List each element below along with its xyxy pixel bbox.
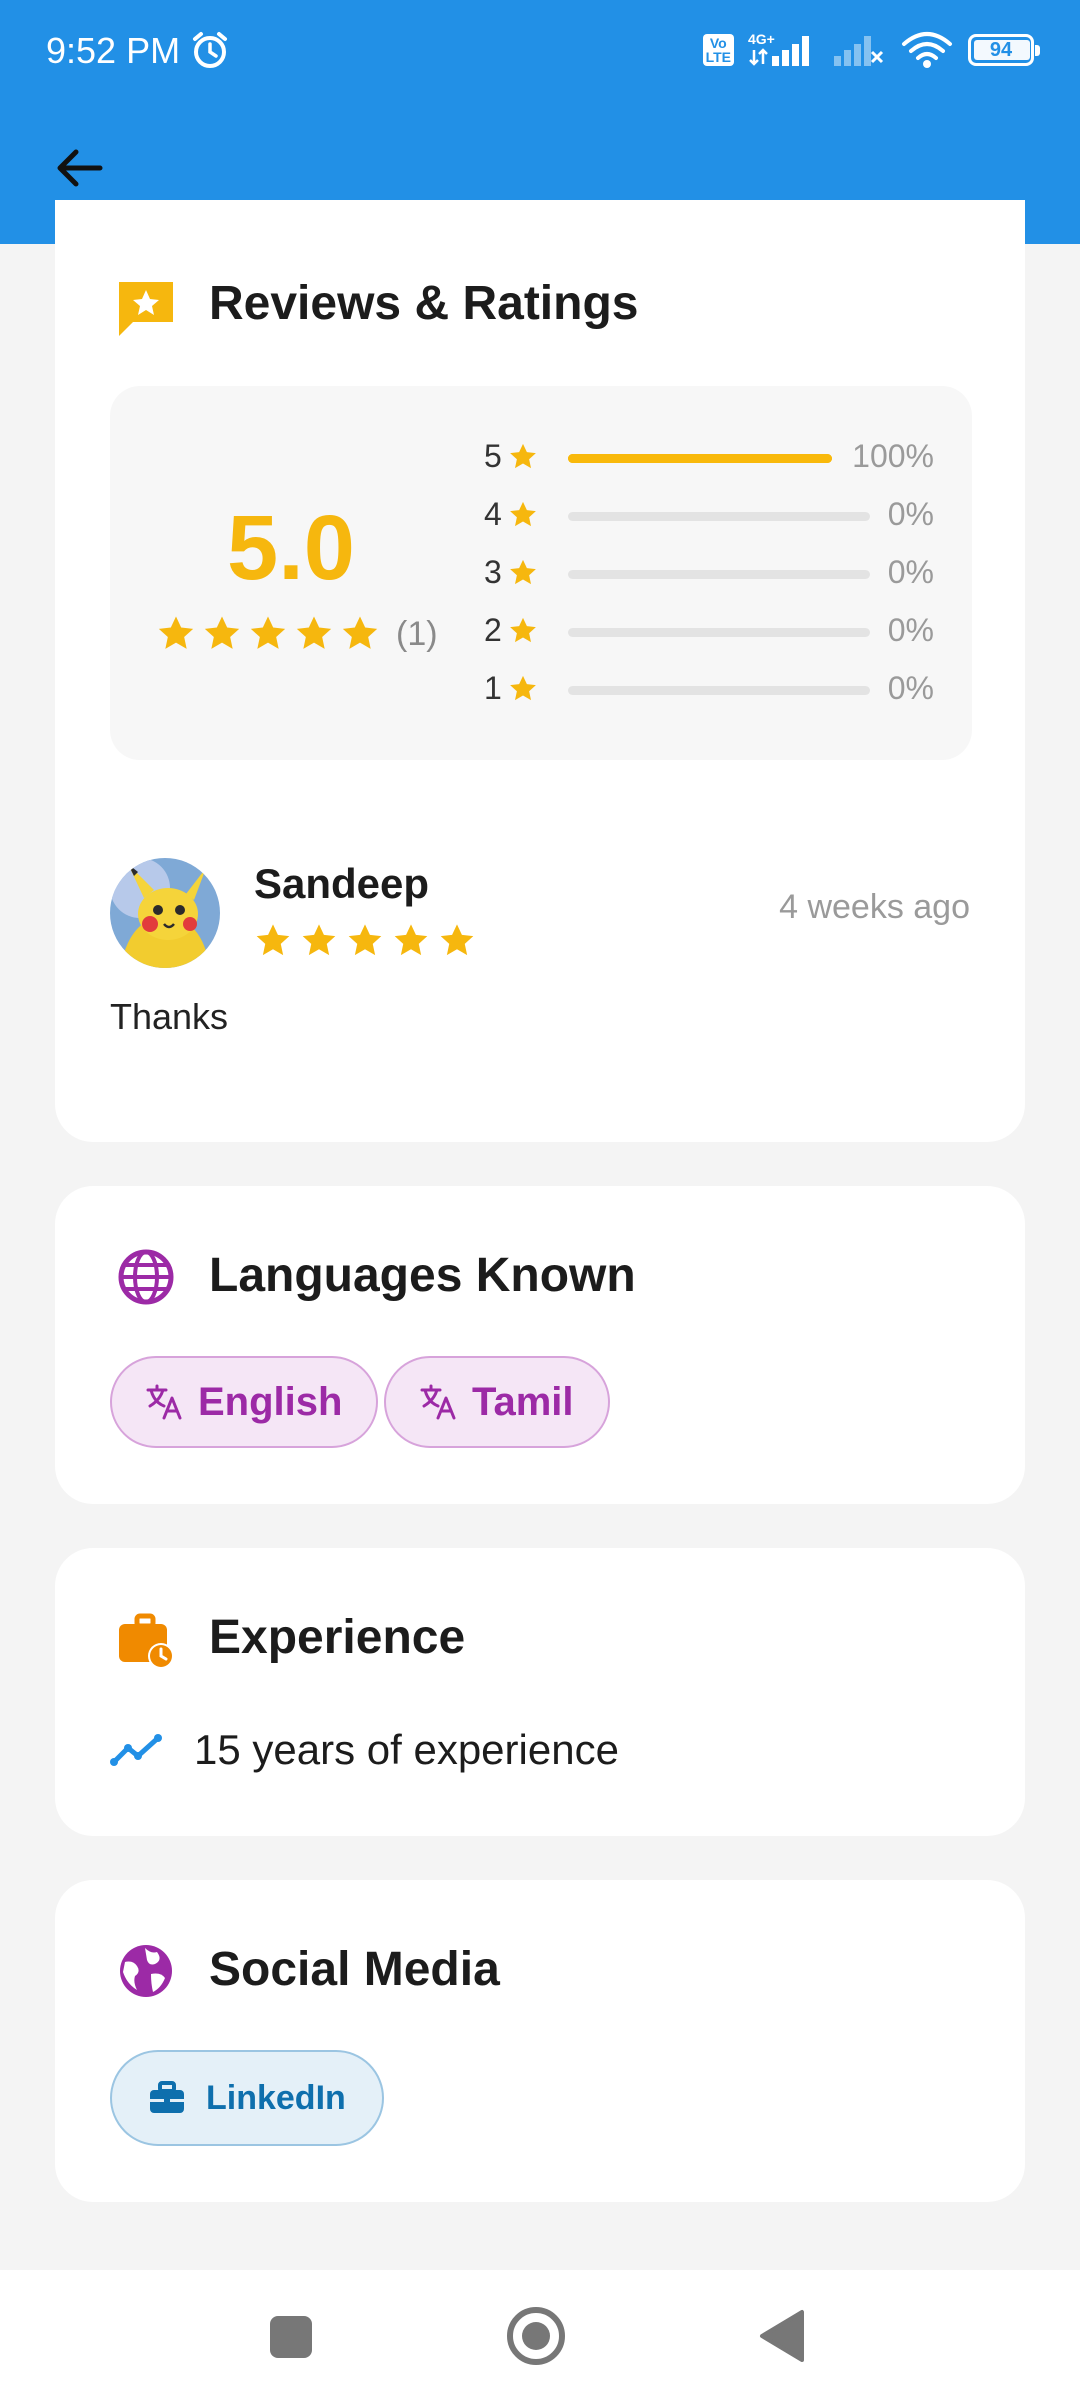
experience-title: Experience	[209, 1611, 466, 1664]
reviews-title: Reviews & Ratings	[209, 277, 639, 330]
average-stars: (1)	[156, 614, 438, 654]
rating-bar-row: 3 0%	[484, 554, 934, 594]
signal-4g-icon: 4G+	[748, 31, 809, 66]
linkedin-button[interactable]: LinkedIn	[110, 2050, 384, 2146]
battery-icon: 94	[968, 34, 1040, 66]
linkedin-label: LinkedIn	[206, 2078, 346, 2117]
trending-up-icon	[110, 1734, 162, 1766]
rating-bar-row: 1 0%	[484, 670, 934, 710]
rating-bar-row: 4 0%	[484, 496, 934, 536]
public-globe-icon	[120, 1945, 172, 1997]
star-icon	[302, 924, 336, 956]
experience-row: 15 years of experience	[110, 1726, 619, 1774]
social-card: Social Media LinkedIn	[55, 1880, 1025, 2202]
experience-text: 15 years of experience	[194, 1726, 619, 1773]
languages-title: Languages Known	[209, 1249, 636, 1302]
volte-icon: Vo LTE	[702, 34, 734, 66]
translate-icon	[146, 1384, 182, 1420]
star-icon	[158, 616, 194, 649]
rating-bar-fill	[568, 454, 832, 463]
back-button[interactable]	[52, 140, 108, 196]
star-icon	[348, 924, 382, 956]
rating-bar-percent: 0%	[887, 670, 934, 706]
rating-bar-stars: 1	[484, 670, 502, 706]
star-icon	[204, 616, 240, 649]
rating-bar-track	[568, 512, 870, 521]
alarm-icon	[193, 32, 227, 68]
status-bar: 9:52 PM Vo LTE 4G+ 94	[0, 0, 1080, 104]
rating-bar-percent: 0%	[887, 554, 934, 590]
briefcase-clock-icon	[119, 1613, 174, 1669]
rating-bar-percent: 100%	[852, 438, 934, 474]
briefcase-icon	[150, 2081, 184, 2113]
star-icon	[256, 924, 290, 956]
wifi-icon	[902, 32, 952, 68]
status-icons: Vo LTE 4G+ 94	[702, 30, 1040, 70]
status-time: 9:52 PM	[46, 30, 181, 71]
recent-apps-button[interactable]	[258, 2304, 322, 2368]
language-chip-english[interactable]: English	[110, 1356, 379, 1448]
reviewer-stars	[254, 922, 476, 960]
rating-bar-row: 2 0%	[484, 612, 934, 652]
rating-bar-stars: 3	[484, 554, 502, 590]
avatar[interactable]	[110, 858, 220, 968]
review-text: Thanks	[110, 996, 229, 1037]
star-icon	[510, 559, 536, 585]
review-time: 4 weeks ago	[779, 888, 970, 926]
star-icon	[510, 675, 536, 701]
translate-icon	[420, 1384, 456, 1420]
rating-bar-track	[568, 454, 832, 463]
rating-bar-row: 5 100%	[484, 438, 934, 478]
rating-bar-stars: 2	[484, 612, 502, 648]
star-chat-icon	[119, 282, 173, 336]
star-icon	[510, 501, 536, 527]
rating-bar-percent: 0%	[887, 496, 934, 532]
rating-bar-track	[568, 628, 870, 637]
system-nav-bar	[0, 2270, 1080, 2400]
experience-card: Experience 15 years of experience	[55, 1548, 1025, 1836]
back-nav-button[interactable]	[750, 2304, 814, 2368]
star-icon	[342, 616, 378, 649]
star-icon	[510, 443, 536, 469]
reviewer-name: Sandeep	[254, 860, 430, 907]
rating-bar-track	[568, 686, 870, 695]
language-label: Tamil	[472, 1379, 574, 1424]
rating-summary: 5.0 (1) 5 100% 4 0% 3 0% 2 0% 1 0%	[110, 386, 972, 760]
rating-bar-percent: 0%	[887, 612, 934, 648]
social-title: Social Media	[209, 1943, 500, 1996]
signal-off-icon	[834, 36, 884, 66]
star-icon	[394, 924, 428, 956]
battery-level: 94	[989, 38, 1013, 61]
rating-bar-stars: 4	[484, 496, 502, 532]
language-label: English	[198, 1379, 343, 1424]
review-count: (1)	[396, 614, 438, 653]
language-chip-tamil[interactable]: Tamil	[384, 1356, 610, 1448]
network-type-label: 4G+	[748, 31, 775, 47]
star-icon	[510, 617, 536, 643]
star-icon	[440, 924, 474, 956]
rating-bar-stars: 5	[484, 438, 502, 474]
average-rating: 5.0	[227, 497, 355, 599]
reviewer-avatar-image	[110, 858, 220, 968]
star-icon	[250, 616, 286, 649]
reviews-card: Reviews & Ratings 5.0 (1) 5 100% 4 0% 3 0%…	[55, 200, 1025, 1142]
star-icon	[296, 616, 332, 649]
globe-icon	[118, 1249, 174, 1305]
rating-bar-track	[568, 570, 870, 579]
home-button[interactable]	[504, 2304, 568, 2368]
languages-card: Languages Known English Tamil	[55, 1186, 1025, 1504]
